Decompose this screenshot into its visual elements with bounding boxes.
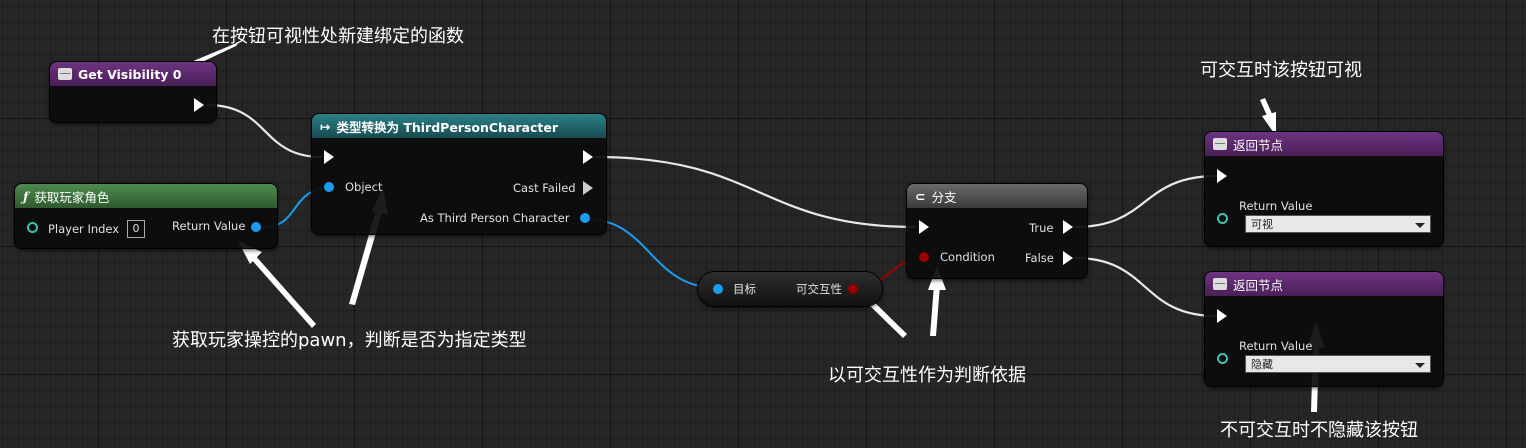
get-visibility-node[interactable]: Get Visibility 0: [50, 62, 216, 122]
return-value-pin[interactable]: [251, 222, 261, 232]
false-label: False: [1025, 251, 1054, 265]
exec-wire-branch-true: [1074, 174, 1218, 229]
exec-in-pin[interactable]: [1217, 169, 1227, 183]
as-character-label: As Third Person Character: [420, 211, 570, 225]
object-label: Object: [345, 180, 383, 194]
node-title: 返回节点: [1233, 137, 1284, 153]
cast-icon: ↦: [320, 118, 331, 134]
true-exec-pin[interactable]: [1063, 220, 1073, 234]
annotation-bind-function: 在按钮可视性处新建绑定的函数: [212, 26, 464, 47]
annotation-hidden-when-not-interactive: 不可交互时不隐藏该按钮: [1220, 420, 1418, 441]
cast-failed-label: Cast Failed: [513, 181, 576, 195]
return-value-label: Return Value: [172, 219, 246, 233]
chevron-down-icon: [1415, 363, 1425, 368]
exec-in-pin[interactable]: [919, 220, 929, 234]
return-node-icon: [1213, 138, 1227, 150]
node-header: ⊂ 分支: [907, 184, 1087, 208]
exec-in-pin[interactable]: [324, 150, 334, 164]
as-character-pin[interactable]: [580, 213, 590, 223]
true-label: True: [1029, 221, 1054, 235]
return-value-pin[interactable]: [1217, 353, 1228, 364]
node-header: 返回节点: [1205, 132, 1443, 156]
condition-label: Condition: [940, 250, 995, 264]
chevron-down-icon: [1415, 223, 1425, 228]
target-label: 目标: [733, 282, 756, 296]
return-node-icon: [1213, 278, 1227, 290]
function-icon: ƒ: [23, 188, 29, 204]
function-entry-icon: [58, 68, 72, 80]
interactive-out-pin[interactable]: [848, 284, 858, 294]
interactive-label: 可交互性: [796, 282, 842, 296]
node-header: Get Visibility 0: [50, 62, 216, 86]
exec-wire-branch-false: [1074, 256, 1218, 318]
player-index-pin[interactable]: [27, 222, 38, 233]
node-header: 返回节点: [1205, 272, 1443, 296]
return-value-label: Return Value: [1239, 199, 1313, 213]
node-header: ƒ 获取玩家角色: [15, 184, 277, 208]
target-pin[interactable]: [713, 284, 723, 294]
annotation-visible-when-interactive: 可交互时该按钮可视: [1200, 60, 1362, 81]
player-index-input[interactable]: 0: [127, 220, 145, 238]
node-title: 获取玩家角色: [34, 189, 110, 205]
dropdown-value: 可视: [1251, 218, 1273, 231]
exec-in-pin[interactable]: [1217, 309, 1227, 323]
dropdown-value: 隐藏: [1251, 358, 1273, 371]
exec-wire-getvis-cast: [206, 103, 323, 159]
annotation-interactive-condition: 以可交互性作为判断依据: [828, 365, 1026, 386]
branch-icon: ⊂: [915, 188, 926, 204]
object-wire-cast-target: [585, 218, 719, 289]
return-value-pin[interactable]: [1217, 213, 1228, 224]
arrow-3b: [930, 285, 940, 336]
object-pin[interactable]: [324, 182, 334, 192]
visibility-dropdown[interactable]: 隐藏: [1245, 355, 1431, 373]
annotation-get-pawn: 获取玩家操控的pawn，判断是否为指定类型: [172, 330, 527, 351]
get-player-character-node[interactable]: ƒ 获取玩家角色 Player Index 0 Return Value: [15, 184, 277, 248]
cast-node[interactable]: ↦ 类型转换为 ThirdPersonCharacter Object Cast…: [312, 114, 606, 234]
cast-failed-pin[interactable]: [583, 181, 593, 195]
is-interactive-node[interactable]: 目标 可交互性: [698, 272, 882, 306]
exec-out-pin[interactable]: [194, 98, 204, 112]
exec-wire-cast-branch: [594, 155, 916, 229]
node-header: ↦ 类型转换为 ThirdPersonCharacter: [312, 114, 606, 138]
player-index-label: Player Index: [48, 222, 120, 236]
return-node-visible[interactable]: 返回节点 Return Value 可视: [1205, 132, 1443, 246]
visibility-dropdown[interactable]: 可视: [1245, 215, 1431, 233]
branch-node[interactable]: ⊂ 分支 Condition True False: [907, 184, 1087, 278]
return-node-hidden[interactable]: 返回节点 Return Value 隐藏: [1205, 272, 1443, 386]
node-title: Get Visibility 0: [78, 66, 182, 82]
exec-out-pin[interactable]: [583, 150, 593, 164]
false-exec-pin[interactable]: [1063, 251, 1073, 265]
node-title: 返回节点: [1233, 277, 1284, 293]
node-title: 分支: [931, 189, 957, 205]
condition-pin[interactable]: [919, 252, 929, 262]
arrow-2a: [250, 254, 316, 328]
return-value-label: Return Value: [1239, 339, 1313, 353]
node-title: 类型转换为 ThirdPersonCharacter: [336, 119, 559, 135]
